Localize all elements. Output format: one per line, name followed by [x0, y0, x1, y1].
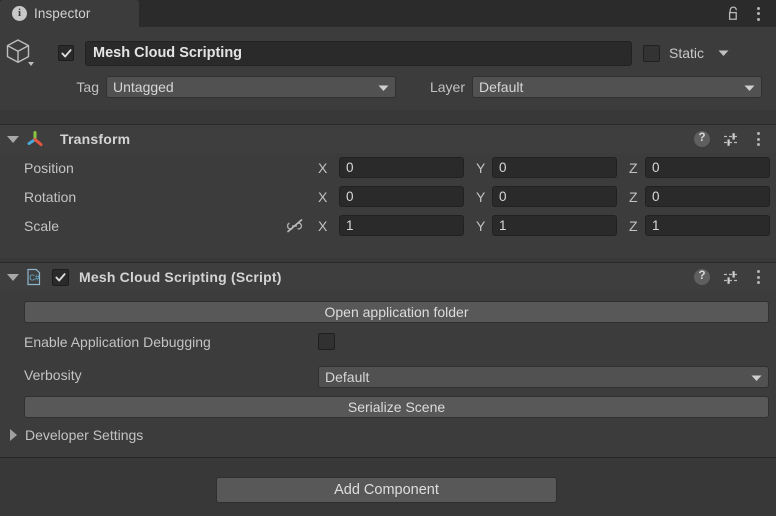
layer-label: Layer [429, 78, 465, 95]
developer-settings-foldout[interactable]: Developer Settings [10, 427, 143, 443]
checkmark-icon [55, 272, 66, 281]
axis-label-y: Y [476, 159, 486, 176]
rotation-z-field[interactable]: 0 [645, 186, 770, 207]
tab-strip-actions [727, 0, 776, 27]
tag-dropdown-value: Untagged [113, 78, 174, 95]
transform-axis-gizmo-icon [26, 130, 44, 148]
layer-dropdown-value: Default [479, 78, 524, 95]
open-application-folder-button[interactable]: Open application folder [24, 301, 769, 323]
chevron-down-icon [7, 135, 19, 143]
developer-settings-label: Developer Settings [25, 427, 144, 443]
verbosity-dropdown-value: Default [325, 369, 370, 385]
gameobject-enabled-checkbox[interactable] [58, 45, 74, 61]
rotation-y-field[interactable]: 0 [492, 186, 617, 207]
gameobject-header: Mesh Cloud Scripting Static Tag Untagged… [0, 27, 776, 110]
constrain-proportions-off-icon[interactable] [285, 218, 305, 234]
static-chevron-down-icon[interactable] [718, 44, 729, 62]
checkmark-icon [60, 48, 72, 57]
verbosity-label: Verbosity [24, 367, 82, 383]
static-label: Static [669, 45, 705, 61]
divider-footer [0, 457, 776, 458]
inspector-window: i Inspector Mesh Cloud Scripting Static … [0, 0, 776, 516]
help-icon[interactable]: ? [694, 131, 710, 147]
axis-label-z: Z [629, 159, 638, 176]
script-header-actions: ? [694, 267, 776, 287]
serialize-scene-button[interactable]: Serialize Scene [24, 396, 769, 418]
position-y-field[interactable]: 0 [492, 157, 617, 178]
script-title: Mesh Cloud Scripting (Script) [79, 269, 282, 285]
transform-body: Position X 0 Y 0 Z 0 Rotation X 0 Y 0 Z … [0, 153, 776, 258]
axis-label-x: X [318, 188, 328, 205]
tag-dropdown[interactable]: Untagged [106, 75, 396, 98]
kebab-menu-icon[interactable] [753, 4, 764, 24]
gameobject-name-row: Mesh Cloud Scripting Static [0, 38, 776, 68]
axis-label-z: Z [629, 188, 638, 205]
svg-text:C#: C# [29, 274, 40, 283]
position-x-field[interactable]: 0 [339, 157, 464, 178]
transform-foldout-toggle[interactable] [0, 135, 26, 143]
add-component-button[interactable]: Add Component [216, 477, 557, 503]
position-z-field[interactable]: 0 [645, 157, 770, 178]
transform-row-rotation: Rotation X 0 Y 0 Z 0 [0, 182, 776, 211]
static-checkbox[interactable] [643, 44, 660, 62]
kebab-menu-icon[interactable] [753, 267, 764, 287]
preset-settings-icon[interactable] [723, 270, 740, 285]
axis-label-z: Z [629, 217, 638, 234]
scale-x-field[interactable]: 1 [339, 215, 464, 236]
script-enabled-checkbox[interactable] [52, 268, 69, 286]
gameobject-cube-icon [0, 37, 44, 69]
unlocked-padlock-icon[interactable] [727, 6, 740, 21]
preset-settings-icon[interactable] [723, 132, 740, 147]
axis-label-y: Y [476, 188, 486, 205]
csharp-script-icon: C# [26, 268, 42, 286]
tab-inspector[interactable]: i Inspector [0, 0, 139, 27]
tag-label: Tag [76, 78, 99, 95]
chevron-down-icon [7, 273, 19, 281]
layer-dropdown[interactable]: Default [472, 75, 762, 98]
tab-inspector-label: Inspector [34, 6, 91, 21]
kebab-menu-icon[interactable] [753, 129, 764, 149]
transform-header-actions: ? [694, 129, 776, 149]
transform-row-scale: Scale X 1 Y 1 Z 1 [0, 211, 776, 240]
gameobject-name-input[interactable]: Mesh Cloud Scripting [85, 40, 632, 66]
axis-label-y: Y [476, 217, 486, 234]
script-component-header: C# Mesh Cloud Scripting (Script) ? [0, 263, 776, 291]
tab-strip: i Inspector [0, 0, 776, 27]
scale-label: Scale [24, 217, 60, 234]
scale-z-field[interactable]: 1 [645, 215, 770, 236]
enable-application-debugging-checkbox[interactable] [318, 333, 335, 350]
transform-title: Transform [60, 131, 131, 147]
script-body: Open application folder Enable Applicati… [0, 291, 776, 457]
chevron-down-icon [744, 79, 755, 95]
transform-component-header: Transform ? [0, 125, 776, 153]
chevron-down-icon [378, 79, 389, 95]
position-label: Position [24, 159, 74, 176]
chevron-down-icon [751, 369, 762, 385]
help-icon[interactable]: ? [694, 269, 710, 285]
rotation-x-field[interactable]: 0 [339, 186, 464, 207]
transform-row-position: Position X 0 Y 0 Z 0 [0, 153, 776, 182]
tag-layer-row: Tag Untagged Layer Default [0, 74, 776, 99]
axis-label-x: X [318, 159, 328, 176]
script-foldout-toggle[interactable] [0, 273, 26, 281]
axis-label-x: X [318, 217, 328, 234]
info-icon: i [12, 6, 27, 21]
chevron-right-icon [10, 429, 17, 441]
enable-application-debugging-label: Enable Application Debugging [24, 334, 211, 350]
rotation-label: Rotation [24, 188, 77, 205]
verbosity-dropdown[interactable]: Default [318, 366, 769, 388]
scale-y-field[interactable]: 1 [492, 215, 617, 236]
